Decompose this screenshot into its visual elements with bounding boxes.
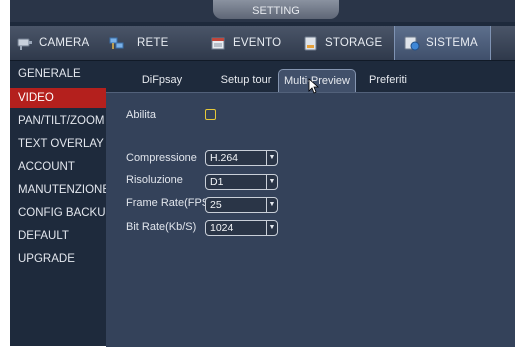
sidebar-item-generale[interactable]: GENERALE [10,64,106,84]
tab-setup-tour[interactable]: Setup tour [208,69,284,92]
sidebar-item-pan-tilt-zoom[interactable]: PAN/TILT/ZOOM [10,111,106,131]
enable-checkbox[interactable] [205,109,216,120]
frame-rate-value: 25 [210,199,222,211]
event-icon [211,37,225,50]
tab-preferiti[interactable]: Preferiti [364,69,412,92]
enable-label: Abilita [126,109,156,121]
resolution-label: Risoluzione [126,174,183,186]
sidebar-item-text-overlay[interactable]: TEXT OVERLAY [10,134,106,154]
compression-value: H.264 [210,152,239,164]
nav-rete[interactable]: RETE [108,26,188,60]
top-navigation: CAMERA RETE EVENTO STORAGE SISTEMA [10,26,515,61]
nav-storage[interactable]: STORAGE [302,26,392,60]
frame-rate-select[interactable]: 25 ▼ [205,197,278,213]
bit-rate-value: 1024 [210,222,234,234]
sidebar-item-video[interactable]: VIDEO [10,88,106,108]
nav-sistema[interactable]: SISTEMA [394,26,491,60]
chevron-down-icon: ▼ [266,151,277,165]
sidebar-item-config-backup[interactable]: CONFIG BACKUF [10,203,106,223]
nav-camera-label: CAMERA [39,37,90,49]
camera-icon [17,38,32,50]
sidebar: GENERALE VIDEO PAN/TILT/ZOOM TEXT OVERLA… [10,62,106,346]
system-icon [404,36,420,51]
mouse-cursor-icon [308,78,320,94]
chevron-down-icon: ▼ [266,175,277,189]
nav-sistema-label: SISTEMA [426,37,478,49]
frame-rate-label: Frame Rate(FPS) [126,197,213,209]
title-bar: SETTING [10,0,515,22]
nav-camera[interactable]: CAMERA [16,26,104,60]
sidebar-item-default[interactable]: DEFAULT [10,226,106,246]
sidebar-item-upgrade[interactable]: UPGRADE [10,249,106,269]
window-title: SETTING [213,0,339,19]
compression-select[interactable]: H.264 ▼ [205,150,278,166]
resolution-select[interactable]: D1 ▼ [205,174,278,190]
sidebar-item-account[interactable]: ACCOUNT [10,157,106,177]
nav-evento[interactable]: EVENTO [210,26,296,60]
nav-evento-label: EVENTO [233,37,282,49]
tab-display[interactable]: DiFpsay [132,69,192,92]
nav-rete-label: RETE [137,37,169,49]
nav-storage-label: STORAGE [325,37,383,49]
content-panel [106,92,515,347]
chevron-down-icon: ▼ [266,221,277,235]
bit-rate-select[interactable]: 1024 ▼ [205,220,278,236]
bit-rate-label: Bit Rate(Kb/S) [126,221,197,233]
compression-label: Compressione [126,152,197,164]
resolution-value: D1 [210,176,224,188]
sidebar-item-manutenzione[interactable]: MANUTENZIONE [10,180,106,200]
storage-icon [304,36,317,51]
network-icon [109,37,124,49]
chevron-down-icon: ▼ [266,198,277,212]
